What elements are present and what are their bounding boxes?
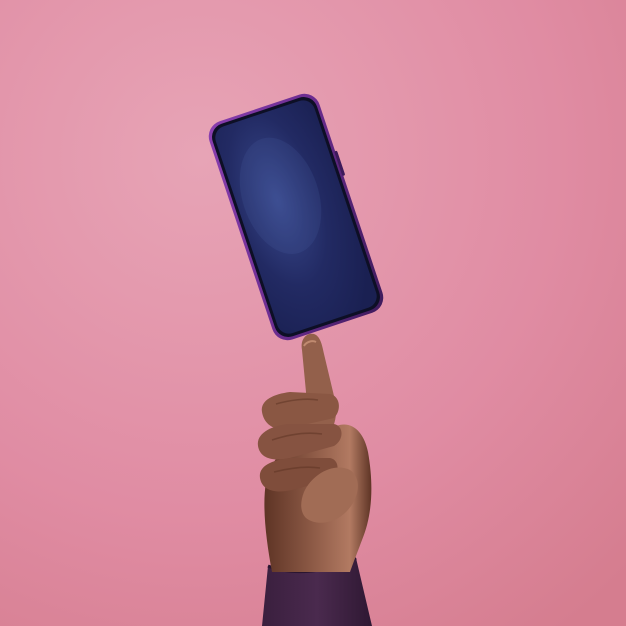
photo-scene <box>0 0 626 626</box>
photo-illustration <box>0 0 626 626</box>
